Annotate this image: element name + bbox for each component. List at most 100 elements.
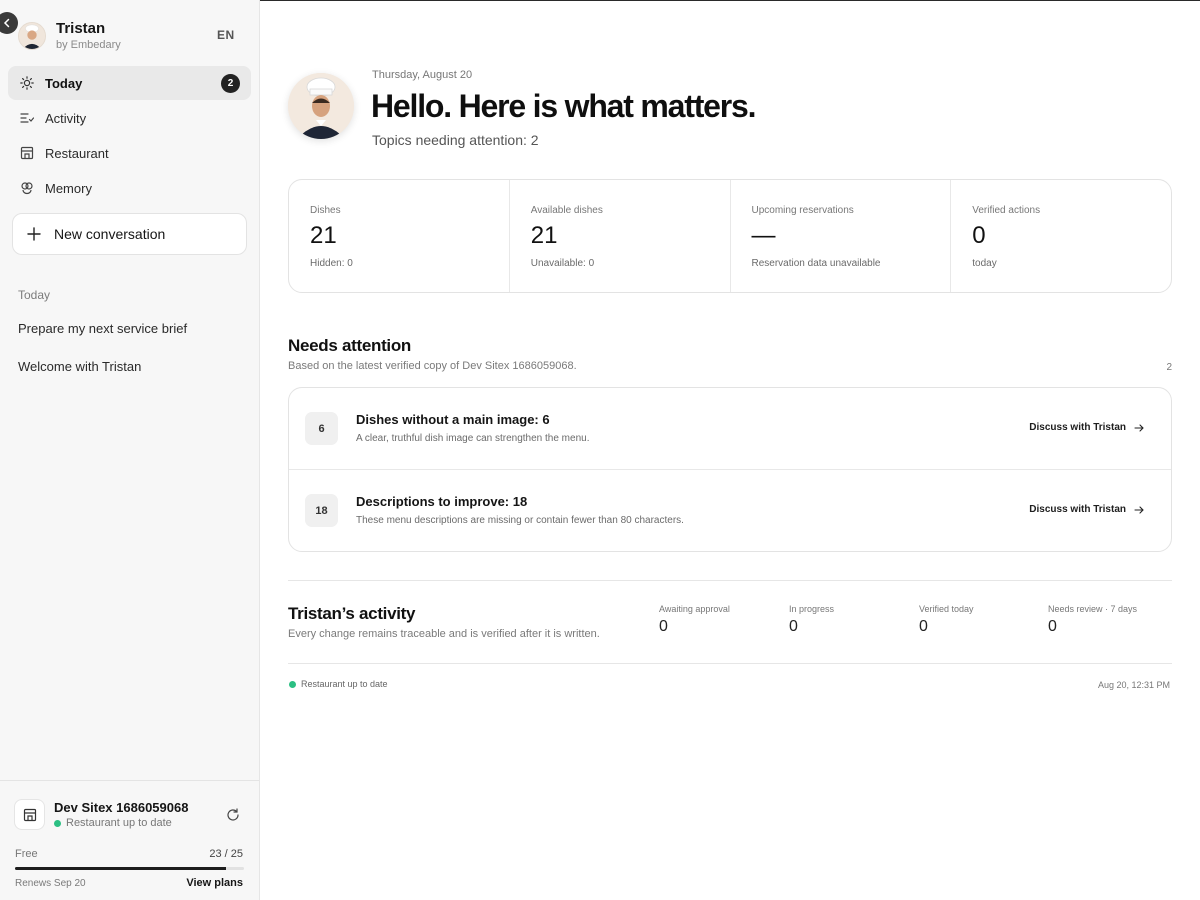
attention-description: These menu descriptions are missing or c… [356, 515, 684, 526]
view-plans-link[interactable]: View plans [186, 877, 243, 889]
refresh-icon[interactable] [226, 808, 240, 822]
stat-note: today [972, 258, 997, 269]
stat-dishes: Dishes 21 Hidden: 0 [289, 180, 510, 292]
discuss-label: Discuss with Tristan [1029, 422, 1126, 433]
language-switcher[interactable]: EN [217, 28, 235, 42]
nav-item-label: Restaurant [45, 145, 109, 161]
footer-status: Restaurant up to date [289, 679, 388, 689]
history-item[interactable]: Welcome with Tristan [18, 359, 141, 374]
activity-subtitle: Every change remains traceable and is ve… [288, 628, 600, 640]
site-status-text: Restaurant up to date [66, 817, 172, 829]
section-divider [288, 663, 1172, 664]
metric-value: 0 [919, 618, 928, 635]
attention-count-badge: 6 [305, 412, 338, 445]
activity-list-icon [19, 110, 35, 126]
nav-item-memory[interactable]: Memory [8, 171, 251, 205]
nav-item-activity[interactable]: Activity [8, 101, 251, 135]
chef-avatar-icon [19, 23, 45, 49]
nav-item-today[interactable]: Today 2 [8, 66, 251, 100]
new-conversation-button[interactable]: New conversation [12, 213, 247, 255]
status-dot-icon [289, 680, 296, 688]
footer-timestamp: Aug 20, 12:31 PM [1097, 680, 1170, 690]
stat-value: — [751, 222, 776, 249]
attention-list: 6 Dishes without a main image: 6 A clear… [288, 387, 1172, 552]
stat-upcoming-reservations: Upcoming reservations — Reservation data… [731, 180, 952, 292]
plus-icon [27, 227, 41, 241]
stat-value: 21 [530, 222, 558, 249]
stat-verified-actions: Verified actions 0 today [951, 180, 1171, 292]
attention-item: 6 Dishes without a main image: 6 A clear… [289, 388, 1171, 470]
profile[interactable]: Tristan by Embedary [18, 20, 121, 52]
plan-usage: 23 / 25 [209, 848, 243, 860]
metric-label: Awaiting approval [659, 604, 730, 614]
status-dot-icon [54, 819, 61, 827]
metric-label: In progress [789, 604, 835, 614]
stat-label: Dishes [310, 205, 341, 216]
metric-label: Needs review · 7 days [1048, 604, 1138, 614]
metric-value: 0 [1048, 618, 1057, 635]
sidebar: Tristan by Embedary EN Today 2 Activity … [0, 0, 260, 900]
stats-panel: Dishes 21 Hidden: 0 Available dishes 21 … [288, 179, 1172, 293]
needs-attention-heading: Needs attention [288, 336, 412, 355]
metric-label: Verified today [919, 604, 974, 614]
stat-label: Verified actions [972, 205, 1041, 216]
arrow-right-icon [1134, 423, 1144, 432]
nav-item-restaurant[interactable]: Restaurant [8, 136, 251, 170]
stat-label: Available dishes [530, 205, 603, 216]
metric-value: 0 [789, 618, 798, 635]
arrow-right-icon [1134, 505, 1144, 514]
site-status: Restaurant up to date [54, 817, 172, 829]
stat-note: Unavailable: 0 [530, 258, 595, 269]
stat-value: 0 [972, 222, 986, 249]
stat-available-dishes: Available dishes 21 Unavailable: 0 [510, 180, 731, 292]
profile-name: Tristan [56, 20, 106, 37]
discuss-button[interactable]: Discuss with Tristan [1029, 422, 1144, 433]
attention-description: A clear, truthful dish image can strengt… [356, 433, 590, 444]
metric-awaiting-approval: Awaiting approval 0 [659, 604, 730, 636]
plan-usage-fill [15, 867, 226, 870]
attention-title: Descriptions to improve: 18 [356, 494, 528, 509]
needs-attention-subtitle: Based on the latest verified copy of Dev… [288, 360, 577, 372]
nav-item-label: Memory [45, 180, 92, 196]
main-nav: Today 2 Activity Restaurant Memory [8, 66, 251, 206]
page-subtitle: Topics needing attention: 2 [372, 132, 539, 148]
metric-needs-review: Needs review · 7 days 0 [1048, 604, 1137, 636]
history-heading: Today [18, 288, 51, 302]
nav-badge: 2 [221, 73, 240, 93]
chevron-left-icon [3, 18, 10, 28]
stat-note: Hidden: 0 [310, 258, 353, 269]
metric-verified-today: Verified today 0 [919, 604, 974, 636]
stat-value: 21 [310, 222, 337, 249]
footer-status-text: Restaurant up to date [301, 679, 388, 689]
profile-subtitle: by Embedary [56, 39, 121, 51]
activity-heading: Tristan’s activity [288, 604, 416, 623]
metric-value: 0 [659, 618, 668, 635]
site-store-icon [14, 799, 45, 830]
stat-note: Reservation data unavailable [751, 258, 881, 269]
store-icon [19, 145, 35, 161]
plan-name: Free [15, 848, 38, 860]
plan-usage-bar [15, 867, 244, 870]
hero-avatar [288, 73, 354, 139]
metric-in-progress: In progress 0 [789, 604, 834, 636]
avatar [18, 22, 46, 50]
nav-item-label: Activity [45, 110, 87, 126]
hero-date: Thursday, August 20 [372, 69, 473, 81]
site-name: Dev Sitex 1686059068 [54, 800, 189, 815]
new-conversation-label: New conversation [54, 226, 166, 242]
attention-count-badge: 18 [305, 494, 338, 527]
plan-renewal: Renews Sep 20 [15, 878, 86, 889]
discuss-label: Discuss with Tristan [1029, 504, 1126, 515]
discuss-button[interactable]: Discuss with Tristan [1029, 504, 1144, 515]
sun-icon [19, 75, 35, 91]
collapse-sidebar-button[interactable] [0, 12, 18, 34]
attention-item: 18 Descriptions to improve: 18 These men… [289, 470, 1171, 551]
section-divider [288, 580, 1172, 581]
needs-attention-count: 2 [1166, 362, 1172, 373]
memory-icon [19, 180, 35, 196]
nav-item-label: Today [45, 75, 83, 91]
stat-label: Upcoming reservations [751, 205, 854, 216]
page-title: Hello. Here is what matters. [371, 88, 757, 124]
main-content: Thursday, August 20 Hello. Here is what … [260, 0, 1200, 900]
history-item[interactable]: Prepare my next service brief [18, 321, 187, 336]
